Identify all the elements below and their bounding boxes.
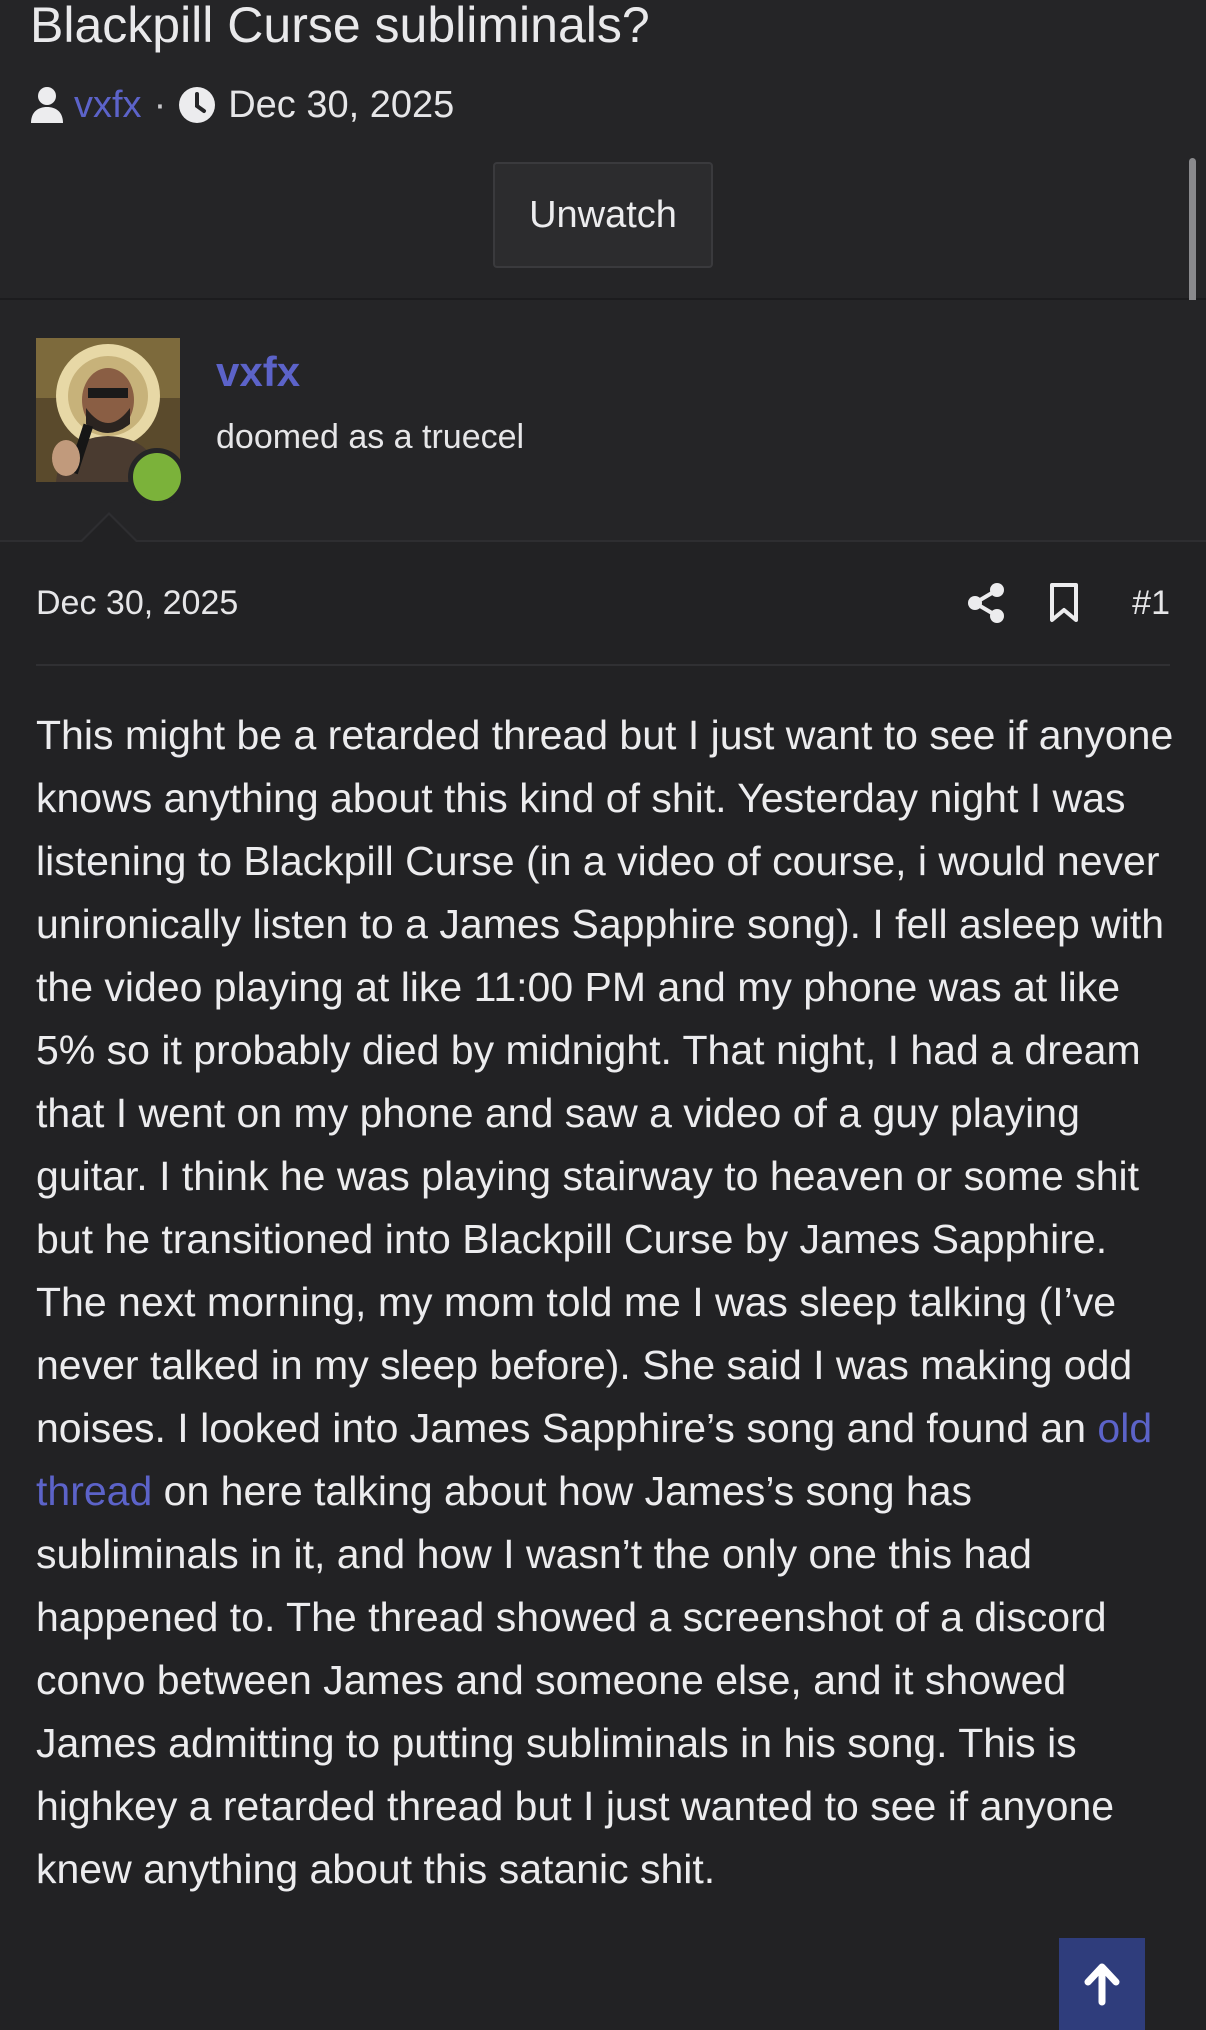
user-title: doomed as a truecel: [216, 418, 525, 456]
post-divider: [36, 664, 1170, 666]
scroll-to-top-button[interactable]: [1059, 1938, 1145, 2030]
thread-title: Blackpill Curse subliminals?: [30, 0, 650, 53]
user-block-pointer-inner: [81, 515, 137, 543]
post-body: This might be a retarded thread but I ju…: [36, 704, 1186, 1901]
post-body-text-end: on here talking about how James’s song h…: [36, 1468, 1115, 1892]
post-number-link[interactable]: #1: [1132, 580, 1170, 626]
arrow-up-icon: [1084, 1963, 1120, 2006]
user-icon: [30, 86, 64, 124]
bookmark-icon[interactable]: [1048, 582, 1080, 629]
unwatch-button[interactable]: Unwatch: [493, 162, 713, 268]
thread-author-link[interactable]: vxfx: [74, 84, 142, 127]
thread-date: Dec 30, 2025: [228, 83, 455, 126]
share-icon[interactable]: [966, 582, 1006, 629]
post-user-block: vxfx doomed as a truecel: [0, 300, 1206, 542]
post-username[interactable]: vxfx: [216, 348, 300, 396]
post-date[interactable]: Dec 30, 2025: [36, 580, 238, 626]
thread-meta: vxfx · Dec 30, 2025: [30, 82, 454, 128]
meta-separator: ·: [153, 83, 167, 126]
post-body-text-start: This might be a retarded thread but I ju…: [36, 712, 1174, 1451]
online-status-indicator: [128, 448, 186, 506]
thread-header: Blackpill Curse subliminals? vxfx · Dec …: [0, 0, 1206, 300]
post-meta-row: Dec 30, 2025 #1: [36, 580, 1170, 626]
clock-icon: [178, 86, 216, 124]
